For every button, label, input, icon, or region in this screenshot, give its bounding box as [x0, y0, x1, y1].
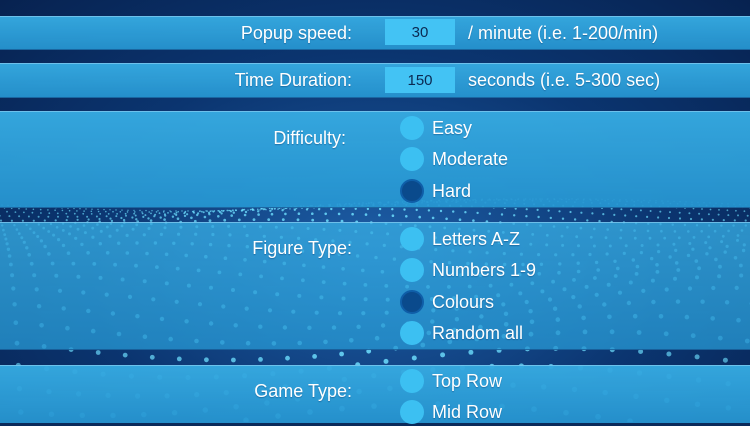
- difficulty-option-easy[interactable]: Easy: [400, 114, 472, 142]
- radio-button[interactable]: [400, 147, 424, 171]
- option-label: Colours: [432, 292, 494, 313]
- radio-button[interactable]: [400, 116, 424, 140]
- radio-button[interactable]: [400, 400, 424, 424]
- difficulty-row: [0, 111, 750, 208]
- radio-button[interactable]: [400, 369, 424, 393]
- figure-option-colours[interactable]: Colours: [400, 288, 494, 316]
- difficulty-label: Difficulty:: [150, 128, 346, 149]
- radio-button[interactable]: [400, 321, 424, 345]
- radio-button[interactable]: [400, 258, 424, 282]
- time-duration-hint: seconds (i.e. 5-300 sec): [468, 70, 660, 91]
- difficulty-option-hard[interactable]: Hard: [400, 177, 471, 205]
- radio-button-selected[interactable]: [400, 179, 424, 203]
- figure-option-letters[interactable]: Letters A-Z: [400, 225, 520, 253]
- popup-speed-label: Popup speed:: [150, 23, 352, 44]
- option-label: Random all: [432, 323, 523, 344]
- game-type-row: [0, 365, 750, 423]
- option-label: Moderate: [432, 149, 508, 170]
- option-label: Top Row: [432, 371, 502, 392]
- game-type-label: Game Type:: [150, 381, 352, 402]
- option-label: Letters A-Z: [432, 229, 520, 250]
- game-option-top-row[interactable]: Top Row: [400, 367, 502, 395]
- radio-button[interactable]: [400, 227, 424, 251]
- figure-type-label: Figure Type:: [150, 238, 352, 259]
- figure-option-random[interactable]: Random all: [400, 319, 523, 347]
- option-label: Mid Row: [432, 402, 502, 423]
- figure-type-row: [0, 222, 750, 350]
- figure-option-numbers[interactable]: Numbers 1-9: [400, 256, 536, 284]
- popup-speed-hint: / minute (i.e. 1-200/min): [468, 23, 658, 44]
- option-label: Numbers 1-9: [432, 260, 536, 281]
- time-duration-label: Time Duration:: [150, 70, 352, 91]
- time-duration-input[interactable]: [385, 67, 455, 93]
- option-label: Easy: [432, 118, 472, 139]
- popup-speed-input[interactable]: [385, 19, 455, 45]
- radio-button-selected[interactable]: [400, 290, 424, 314]
- option-label: Hard: [432, 181, 471, 202]
- difficulty-option-moderate[interactable]: Moderate: [400, 145, 508, 173]
